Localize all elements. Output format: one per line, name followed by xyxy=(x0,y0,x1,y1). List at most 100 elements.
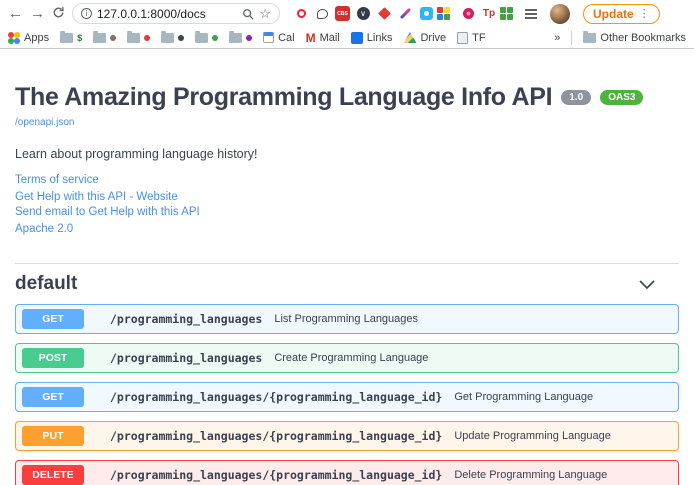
site-info-icon[interactable]: i xyxy=(81,8,92,19)
folder-icon xyxy=(229,33,242,43)
url-text[interactable]: 127.0.0.1:8000/docs xyxy=(97,7,237,21)
bookmark-folder-purple[interactable] xyxy=(229,33,252,43)
folder-icon xyxy=(195,33,208,43)
bookmark-star-icon[interactable]: ☆ xyxy=(259,6,271,22)
apps-shortcut[interactable]: Apps xyxy=(8,32,49,44)
endpoint-path: /programming_languages xyxy=(110,312,262,326)
endpoint-path: /programming_languages/{programming_lang… xyxy=(110,429,442,443)
bookmark-folder-dollar[interactable]: $ xyxy=(60,33,82,43)
bookmarks-divider xyxy=(571,31,572,45)
other-bookmarks-folder[interactable]: Other Bookmarks xyxy=(583,32,686,44)
diamond-icon[interactable] xyxy=(376,6,392,22)
method-badge: POST xyxy=(22,348,84,368)
bookmark-cal[interactable]: Cal xyxy=(263,32,295,44)
list-icon[interactable] xyxy=(523,6,539,22)
endpoint-path: /programming_languages/{programming_lang… xyxy=(110,390,442,404)
green-grid-icon[interactable] xyxy=(502,6,518,22)
gmail-icon: M xyxy=(306,31,316,45)
mosaic-icon[interactable] xyxy=(439,6,455,22)
api-description: Learn about programming language history… xyxy=(15,147,679,161)
bookmark-folder-paw[interactable] xyxy=(93,33,116,43)
title-row: The Amazing Programming Language Info AP… xyxy=(15,83,679,112)
endpoint-summary: List Programming Languages xyxy=(274,313,418,325)
links-label: Links xyxy=(367,32,393,44)
pen-icon[interactable] xyxy=(397,6,413,22)
swagger-page: The Amazing Programming Language Info AP… xyxy=(0,49,694,485)
heart-glyph xyxy=(246,35,252,41)
links-icon xyxy=(351,32,363,44)
pocket-glyph: ∨ xyxy=(357,7,370,20)
page-title: The Amazing Programming Language Info AP… xyxy=(15,83,552,112)
back-button[interactable]: ← xyxy=(8,6,23,21)
endpoint-row-create-language[interactable]: POST /programming_languages Create Progr… xyxy=(15,343,679,373)
bookmark-mail[interactable]: M Mail xyxy=(306,31,340,45)
camera-icon[interactable] xyxy=(418,6,434,22)
camera-glyph xyxy=(420,7,433,20)
endpoint-row-delete-language[interactable]: DELETE /programming_languages/{programmi… xyxy=(15,460,679,485)
flower-icon[interactable] xyxy=(460,6,476,22)
bookmarks-overflow-chevron[interactable]: » xyxy=(554,32,560,44)
zoom-icon[interactable] xyxy=(242,8,254,20)
bookmark-folder-dark[interactable] xyxy=(161,33,184,43)
pocket-icon[interactable]: ∨ xyxy=(355,6,371,22)
endpoint-summary: Update Programming Language xyxy=(454,430,611,442)
browser-toolbar: ← → i 127.0.0.1:8000/docs ☆ CBS ∨ Tp Upd… xyxy=(0,0,694,27)
diamond-glyph xyxy=(378,7,391,20)
reload-icon xyxy=(52,6,65,19)
pen-glyph xyxy=(399,8,410,19)
bookmark-folder-lips[interactable] xyxy=(127,33,150,43)
apps-label: Apps xyxy=(24,32,49,44)
endpoint-row-list-languages[interactable]: GET /programming_languages List Programm… xyxy=(15,304,679,334)
folder-icon xyxy=(127,33,140,43)
bookmark-folder-green[interactable] xyxy=(195,33,218,43)
mail-label: Mail xyxy=(320,32,340,44)
method-badge: GET xyxy=(22,309,84,329)
bookmark-tf[interactable]: TF xyxy=(457,32,485,44)
method-badge: GET xyxy=(22,387,84,407)
cbs-icon[interactable]: CBS xyxy=(335,6,350,21)
endpoint-summary: Delete Programming Language xyxy=(454,469,607,481)
leaf-glyph xyxy=(212,35,218,41)
chevron-down-icon[interactable] xyxy=(639,280,655,289)
bookmark-links[interactable]: Links xyxy=(351,32,393,44)
reload-button[interactable] xyxy=(52,6,65,22)
tf-label: TF xyxy=(472,32,485,44)
folder-icon xyxy=(583,33,596,43)
terms-of-service-link[interactable]: Terms of service xyxy=(15,173,679,188)
chat-glyph xyxy=(317,9,328,19)
profile-avatar[interactable] xyxy=(550,4,570,24)
folder-icon xyxy=(93,33,106,43)
mosaic-glyph xyxy=(437,7,443,13)
forward-button[interactable]: → xyxy=(30,6,45,21)
tp-icon[interactable]: Tp xyxy=(481,6,497,22)
help-email-link[interactable]: Send email to Get Help with this API xyxy=(15,205,679,220)
tf-icon xyxy=(457,32,468,44)
endpoint-row-get-language[interactable]: GET /programming_languages/{programming_… xyxy=(15,382,679,412)
openapi-spec-link[interactable]: /openapi.json xyxy=(15,117,75,128)
paw-glyph xyxy=(110,35,116,41)
update-button[interactable]: Update ⋮ xyxy=(583,4,660,24)
chat-bubble-icon[interactable] xyxy=(314,6,330,22)
endpoint-path: /programming_languages/{programming_lang… xyxy=(110,468,442,482)
endpoint-row-update-language[interactable]: PUT /programming_languages/{programming_… xyxy=(15,421,679,451)
bookmark-glyph xyxy=(178,35,184,41)
endpoint-summary: Create Programming Language xyxy=(274,352,428,364)
license-link[interactable]: Apache 2.0 xyxy=(15,222,679,237)
oas3-badge: OAS3 xyxy=(600,90,643,105)
list-glyph xyxy=(525,9,537,11)
calendar-icon xyxy=(263,32,274,43)
lips-glyph xyxy=(144,35,150,41)
overflow-label: » xyxy=(554,32,560,44)
green-grid-glyph xyxy=(500,7,506,13)
cal-label: Cal xyxy=(278,32,295,44)
red-ring-icon[interactable] xyxy=(293,6,309,22)
help-website-link[interactable]: Get Help with this API - Website xyxy=(15,190,679,205)
extensions-row: CBS ∨ Tp xyxy=(293,6,539,22)
folder-icon xyxy=(161,33,174,43)
bookmark-drive[interactable]: Drive xyxy=(403,32,446,44)
dollar-glyph: $ xyxy=(77,33,82,43)
folder-icon xyxy=(60,33,73,43)
drive-label: Drive xyxy=(420,32,446,44)
address-bar[interactable]: i 127.0.0.1:8000/docs ☆ xyxy=(72,3,280,24)
section-header-default[interactable]: default xyxy=(15,264,679,304)
